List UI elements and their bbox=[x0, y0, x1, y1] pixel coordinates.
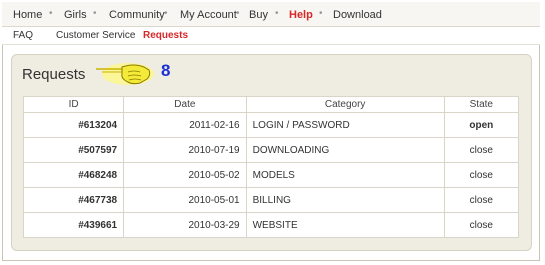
table-row[interactable]: #468248 2010-05-02 MODELS close bbox=[22, 162, 520, 188]
table-row[interactable]: #467738 2010-05-01 BILLING close bbox=[22, 187, 520, 213]
request-category: LOGIN / PASSWORD bbox=[245, 112, 445, 138]
table-row[interactable]: #507597 2010-07-19 DOWNLOADING close bbox=[22, 137, 520, 163]
top-nav: Home • Girls • Community • My Account • … bbox=[2, 2, 540, 27]
nav-separator: • bbox=[319, 8, 323, 19]
table-row[interactable]: #439661 2010-03-29 WEBSITE close bbox=[22, 212, 520, 238]
subnav-customer-service[interactable]: Customer Service bbox=[56, 30, 135, 41]
request-id[interactable]: #467738 bbox=[22, 187, 125, 213]
request-category: BILLING bbox=[245, 187, 445, 213]
nav-download[interactable]: Download bbox=[333, 9, 382, 21]
nav-girls[interactable]: Girls bbox=[64, 9, 87, 21]
nav-buy[interactable]: Buy bbox=[249, 9, 268, 21]
subnav-faq[interactable]: FAQ bbox=[13, 30, 33, 41]
request-category: DOWNLOADING bbox=[245, 137, 445, 163]
request-id[interactable]: #439661 bbox=[22, 212, 125, 238]
column-header-id: ID bbox=[22, 96, 125, 113]
column-header-state: State bbox=[443, 96, 520, 113]
column-header-category: Category bbox=[245, 96, 445, 113]
subnav-requests[interactable]: Requests bbox=[143, 30, 188, 41]
request-state: close bbox=[443, 212, 520, 238]
nav-my-account[interactable]: My Account bbox=[180, 9, 237, 21]
nav-separator: • bbox=[164, 8, 168, 19]
request-date: 2010-05-02 bbox=[123, 162, 247, 188]
request-id[interactable]: #507597 bbox=[22, 137, 125, 163]
request-state: close bbox=[443, 187, 520, 213]
request-date: 2011-02-16 bbox=[123, 112, 247, 138]
column-header-date: Date bbox=[123, 96, 247, 113]
nav-community[interactable]: Community bbox=[109, 9, 165, 21]
request-date: 2010-07-19 bbox=[123, 137, 247, 163]
pointing-hand-icon bbox=[96, 63, 154, 85]
requests-table: ID Date Category State #613204 2011-02-1… bbox=[22, 96, 520, 238]
request-state: open bbox=[443, 112, 520, 138]
nav-home[interactable]: Home bbox=[13, 9, 42, 21]
page-title: Requests bbox=[22, 66, 86, 83]
request-state: close bbox=[443, 162, 520, 188]
request-category: WEBSITE bbox=[245, 212, 445, 238]
nav-help[interactable]: Help bbox=[289, 9, 313, 21]
request-id[interactable]: #613204 bbox=[22, 112, 125, 138]
request-state: close bbox=[443, 137, 520, 163]
request-count: 8 bbox=[161, 61, 171, 80]
sub-nav: FAQ Customer Service Requests bbox=[2, 27, 540, 45]
request-date: 2010-03-29 bbox=[123, 212, 247, 238]
nav-separator: • bbox=[275, 8, 279, 19]
nav-separator: • bbox=[49, 8, 53, 19]
table-header-row: ID Date Category State bbox=[22, 96, 520, 113]
request-id[interactable]: #468248 bbox=[22, 162, 125, 188]
table-row[interactable]: #613204 2011-02-16 LOGIN / PASSWORD open bbox=[22, 112, 520, 138]
nav-separator: • bbox=[236, 8, 240, 19]
request-date: 2010-05-01 bbox=[123, 187, 247, 213]
request-category: MODELS bbox=[245, 162, 445, 188]
nav-separator: • bbox=[93, 8, 97, 19]
